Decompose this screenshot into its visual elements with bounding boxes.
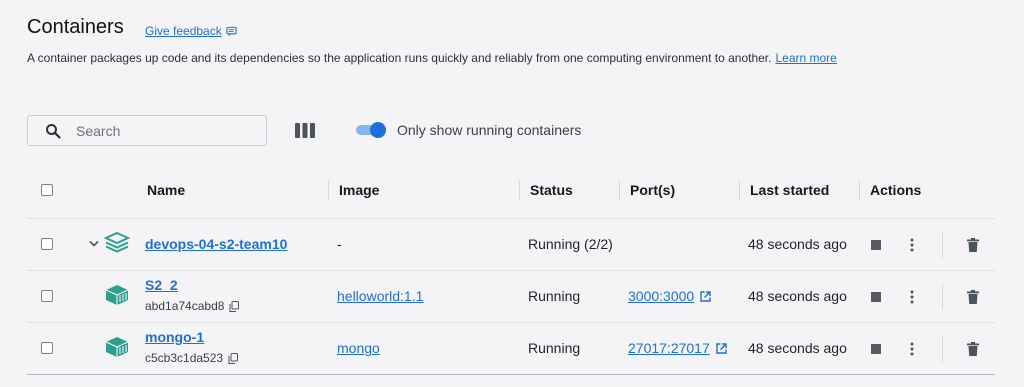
row-status: Running (2/2): [528, 236, 613, 252]
toggle-label: Only show running containers: [397, 122, 582, 138]
give-feedback-link[interactable]: Give feedback: [145, 24, 237, 38]
row-port-link[interactable]: 27017:27017: [628, 340, 727, 356]
column-divider[interactable]: [619, 180, 620, 200]
description-text: A container packages up code and its dep…: [27, 51, 772, 65]
container-id-text: c5cb3c1da523: [145, 351, 224, 365]
column-header-last-started[interactable]: Last started: [750, 182, 829, 198]
row-image: -: [337, 236, 342, 252]
trash-icon[interactable]: [967, 238, 979, 252]
container-id: abd1a74cabd8: [145, 299, 240, 313]
trash-icon[interactable]: [967, 290, 979, 304]
container-icon: [105, 285, 129, 305]
give-feedback-label: Give feedback: [145, 24, 222, 38]
column-header-name[interactable]: Name: [147, 182, 185, 198]
container-id: c5cb3c1da523: [145, 351, 239, 365]
row-last-started: 48 seconds ago: [748, 236, 847, 252]
row-name-link[interactable]: S2_2: [145, 277, 178, 293]
copy-icon[interactable]: [228, 352, 239, 364]
stop-icon[interactable]: [871, 240, 881, 250]
column-header-actions: Actions: [870, 182, 922, 198]
more-icon[interactable]: [910, 342, 914, 356]
column-divider[interactable]: [739, 180, 740, 200]
row-divider: [27, 270, 995, 271]
column-header-ports[interactable]: Port(s): [630, 182, 675, 198]
column-divider[interactable]: [519, 180, 520, 200]
row-name-link[interactable]: mongo-1: [145, 329, 204, 345]
row-image-text: mongo: [337, 340, 380, 356]
search-input[interactable]: [74, 121, 238, 140]
feedback-icon: [226, 26, 237, 36]
column-header-image[interactable]: Image: [339, 182, 379, 198]
running-only-toggle[interactable]: [356, 122, 386, 138]
compose-stack-icon: [104, 231, 130, 253]
row-name-link[interactable]: devops-04-s2-team10: [145, 236, 287, 252]
stop-icon[interactable]: [871, 292, 881, 302]
page-description: A container packages up code and its dep…: [27, 51, 837, 65]
trash-icon[interactable]: [967, 342, 979, 356]
row-port-text: 3000:3000: [628, 288, 695, 304]
action-divider: [942, 336, 943, 362]
select-all-checkbox[interactable]: [41, 184, 53, 196]
column-header-status[interactable]: Status: [530, 182, 573, 198]
row-checkbox[interactable]: [41, 290, 53, 302]
chevron-down-icon[interactable]: [89, 240, 99, 248]
row-last-started: 48 seconds ago: [748, 340, 847, 356]
header-divider: [27, 218, 995, 219]
page-title: Containers: [27, 16, 124, 38]
row-image-text: helloworld:1.1: [337, 288, 424, 304]
container-icon: [105, 337, 129, 357]
action-divider: [942, 232, 943, 258]
search-box[interactable]: [27, 115, 267, 146]
action-divider: [942, 284, 943, 310]
row-divider: [27, 322, 995, 323]
stop-icon[interactable]: [871, 344, 881, 354]
copy-icon[interactable]: [229, 300, 240, 312]
row-image-link[interactable]: mongo: [337, 340, 380, 356]
search-icon: [46, 123, 61, 139]
columns-icon[interactable]: [295, 123, 315, 138]
more-icon[interactable]: [910, 238, 914, 252]
row-checkbox[interactable]: [41, 238, 53, 250]
external-link-icon: [716, 342, 727, 354]
container-id-text: abd1a74cabd8: [145, 299, 225, 313]
table-bottom-border: [27, 374, 995, 375]
row-port-link[interactable]: 3000:3000: [628, 288, 711, 304]
learn-more-link[interactable]: Learn more: [775, 51, 836, 65]
row-image-link[interactable]: helloworld:1.1: [337, 288, 423, 304]
external-link-icon: [700, 290, 711, 302]
column-divider[interactable]: [859, 180, 860, 200]
row-status: Running: [528, 288, 581, 304]
row-port-text: 27017:27017: [628, 340, 710, 356]
column-divider[interactable]: [328, 180, 329, 200]
toggle-knob: [370, 122, 386, 138]
row-last-started: 48 seconds ago: [748, 288, 847, 304]
row-checkbox[interactable]: [41, 342, 53, 354]
more-icon[interactable]: [910, 290, 914, 304]
row-status: Running: [528, 340, 581, 356]
